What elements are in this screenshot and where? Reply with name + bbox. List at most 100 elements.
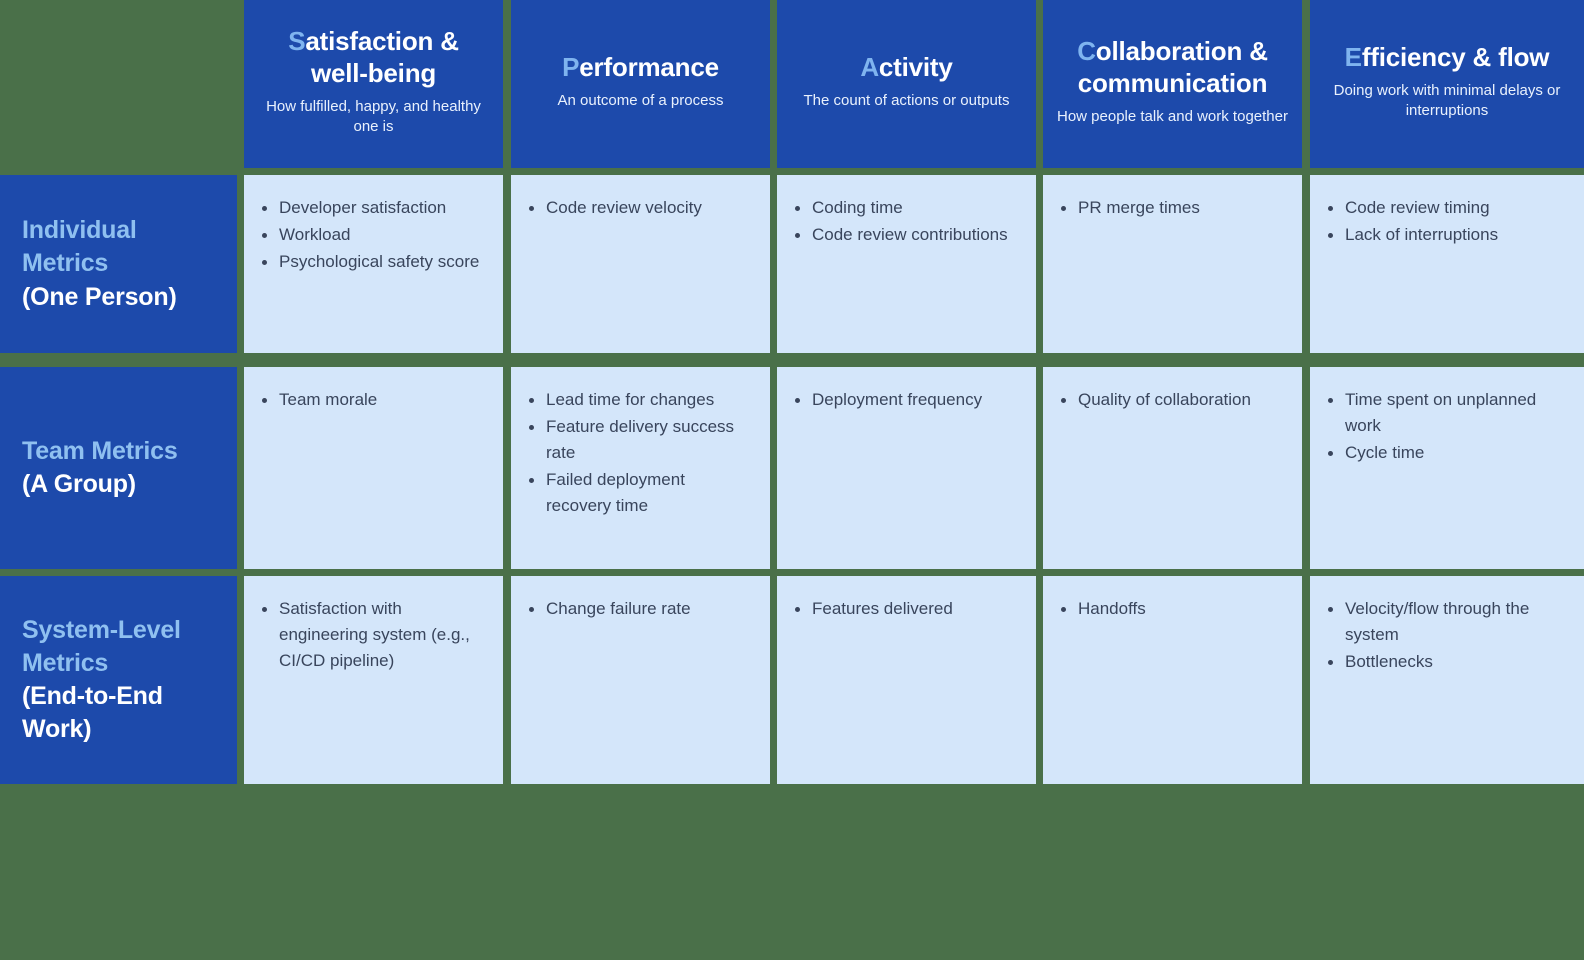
row-header-subtitle: (End-to-End Work) <box>22 682 163 744</box>
column-gap <box>237 0 244 168</box>
column-gap <box>770 576 777 784</box>
cell-team-activity: Deployment frequency <box>777 367 1036 569</box>
column-header-title-rest: fficiency & flow <box>1361 41 1550 72</box>
metric-list: Velocity/flow through the system Bottlene… <box>1326 596 1566 675</box>
metric-list: Developer satisfaction Workload Psychologi… <box>260 195 485 275</box>
metric-list: Code review velocity <box>527 195 752 221</box>
cell-system-efficiency: Velocity/flow through the system Bottlene… <box>1310 576 1584 784</box>
row-header-title: Individual Metrics <box>22 216 137 278</box>
column-header-subtitle: How people talk and work together <box>1057 107 1288 125</box>
metric-item: Handoffs <box>1059 596 1284 622</box>
metric-item: Lead time for changes <box>527 387 752 413</box>
column-gap <box>503 175 511 353</box>
metric-list: Deployment frequency <box>793 387 1018 413</box>
metric-list: Handoffs <box>1059 596 1284 622</box>
metric-list: Features delivered <box>793 596 1018 622</box>
metric-item: PR merge times <box>1059 195 1284 221</box>
metric-list: Satisfaction with engineering system (e.… <box>260 596 485 674</box>
column-header-activity: Activity The count of actions or outputs <box>777 0 1036 168</box>
row-header-individual: Individual Metrics (One Person) <box>0 175 237 353</box>
metric-item: Feature delivery success rate <box>527 414 752 466</box>
column-header-title: Satisfaction & well-being <box>258 26 489 89</box>
metric-item: Velocity/flow through the system <box>1326 596 1566 648</box>
column-gap <box>237 175 244 353</box>
metric-list: Code review timing Lack of interruptions <box>1326 195 1566 248</box>
row-header-system: System-Level Metrics (End-to-End Work) <box>0 576 237 784</box>
metric-item: Time spent on unplanned work <box>1326 387 1566 439</box>
column-header-title: Efficiency & flow <box>1345 42 1550 74</box>
column-header-title-rest: ctivity <box>878 52 953 83</box>
metric-item: Workload <box>260 222 485 248</box>
column-header-collaboration: Collaboration & communication How people … <box>1043 0 1302 168</box>
column-header-title: Performance <box>562 52 719 84</box>
metric-item: Satisfaction with engineering system (e.… <box>260 596 485 674</box>
column-header-title-rest: erformance <box>579 52 719 83</box>
metric-list: Team morale <box>260 387 485 413</box>
metric-item: Code review contributions <box>793 222 1018 248</box>
metric-list: Lead time for changes Feature delivery su… <box>527 387 752 519</box>
column-header-title: Activity <box>860 52 953 84</box>
metric-item: Code review velocity <box>527 195 752 221</box>
metric-list: Quality of collaboration <box>1059 387 1284 413</box>
column-header-title-rest: atisfaction & well-being <box>305 26 459 88</box>
metric-list: Coding time Code review contributions <box>793 195 1018 248</box>
column-gap <box>1036 367 1043 569</box>
column-header-subtitle: How fulfilled, happy, and healthy one is <box>266 97 481 136</box>
metric-list: Time spent on unplanned work Cycle time <box>1326 387 1566 466</box>
cell-team-performance: Lead time for changes Feature delivery su… <box>511 367 770 569</box>
column-header-satisfaction: Satisfaction & well-being How fulfilled, … <box>244 0 503 168</box>
metric-item: Team morale <box>260 387 485 413</box>
metric-item: Cycle time <box>1326 440 1566 466</box>
column-header-lead-letter: A <box>860 52 879 83</box>
column-header-lead-letter: P <box>562 52 580 83</box>
column-header-efficiency: Efficiency & flow Doing work with minimal… <box>1310 0 1584 168</box>
cell-team-satisfaction: Team morale <box>244 367 503 569</box>
column-header-title-rest: ollaboration & communication <box>1077 36 1268 99</box>
row-gap <box>0 353 1584 367</box>
metric-item: Lack of interruptions <box>1326 222 1566 248</box>
cell-individual-satisfaction: Developer satisfaction Workload Psychologi… <box>244 175 503 353</box>
column-gap <box>1036 0 1043 168</box>
row-gap <box>0 168 1584 175</box>
cell-system-collaboration: Handoffs <box>1043 576 1302 784</box>
matrix-grid: Satisfaction & well-being How fulfilled, … <box>0 0 1584 784</box>
metric-item: Bottlenecks <box>1326 649 1566 675</box>
metric-item: Quality of collaboration <box>1059 387 1284 413</box>
cell-system-satisfaction: Satisfaction with engineering system (e.… <box>244 576 503 784</box>
metric-list: Change failure rate <box>527 596 752 622</box>
row-header-title: Team Metrics <box>22 436 178 465</box>
cell-system-activity: Features delivered <box>777 576 1036 784</box>
metric-item: Code review timing <box>1326 195 1566 221</box>
row-header-team: Team Metrics (A Group) <box>0 367 237 569</box>
column-gap <box>1302 367 1310 569</box>
column-gap <box>1302 175 1310 353</box>
metric-item: Coding time <box>793 195 1018 221</box>
metric-item: Failed deployment recovery time <box>527 467 752 519</box>
metric-item: Deployment frequency <box>793 387 1018 413</box>
matrix-corner-spacer <box>0 0 237 168</box>
column-header-subtitle: Doing work with minimal delays or interr… <box>1333 81 1561 120</box>
column-gap <box>1036 175 1043 353</box>
row-header-subtitle: (One Person) <box>22 282 177 311</box>
column-gap <box>237 367 244 569</box>
row-header-subtitle: (A Group) <box>22 470 136 498</box>
column-gap <box>503 576 511 784</box>
column-gap <box>770 0 777 168</box>
cell-system-performance: Change failure rate <box>511 576 770 784</box>
column-header-lead-letter: S <box>288 26 306 57</box>
column-header-title: Collaboration & communication <box>1057 36 1288 99</box>
cell-individual-performance: Code review velocity <box>511 175 770 353</box>
column-header-performance: Performance An outcome of a process <box>511 0 770 168</box>
metric-item: Psychological safety score <box>260 249 485 275</box>
metric-item: Features delivered <box>793 596 1018 622</box>
column-header-subtitle: The count of actions or outputs <box>803 92 1010 110</box>
column-header-subtitle: An outcome of a process <box>557 92 724 110</box>
row-gap <box>0 569 1584 576</box>
metric-list: PR merge times <box>1059 195 1284 221</box>
column-gap <box>1302 576 1310 784</box>
row-header-title: System-Level Metrics <box>22 615 181 677</box>
column-header-lead-letter: C <box>1077 36 1096 67</box>
metrics-matrix: Satisfaction & well-being How fulfilled, … <box>0 0 1584 960</box>
column-gap <box>503 0 511 168</box>
column-gap <box>770 175 777 353</box>
